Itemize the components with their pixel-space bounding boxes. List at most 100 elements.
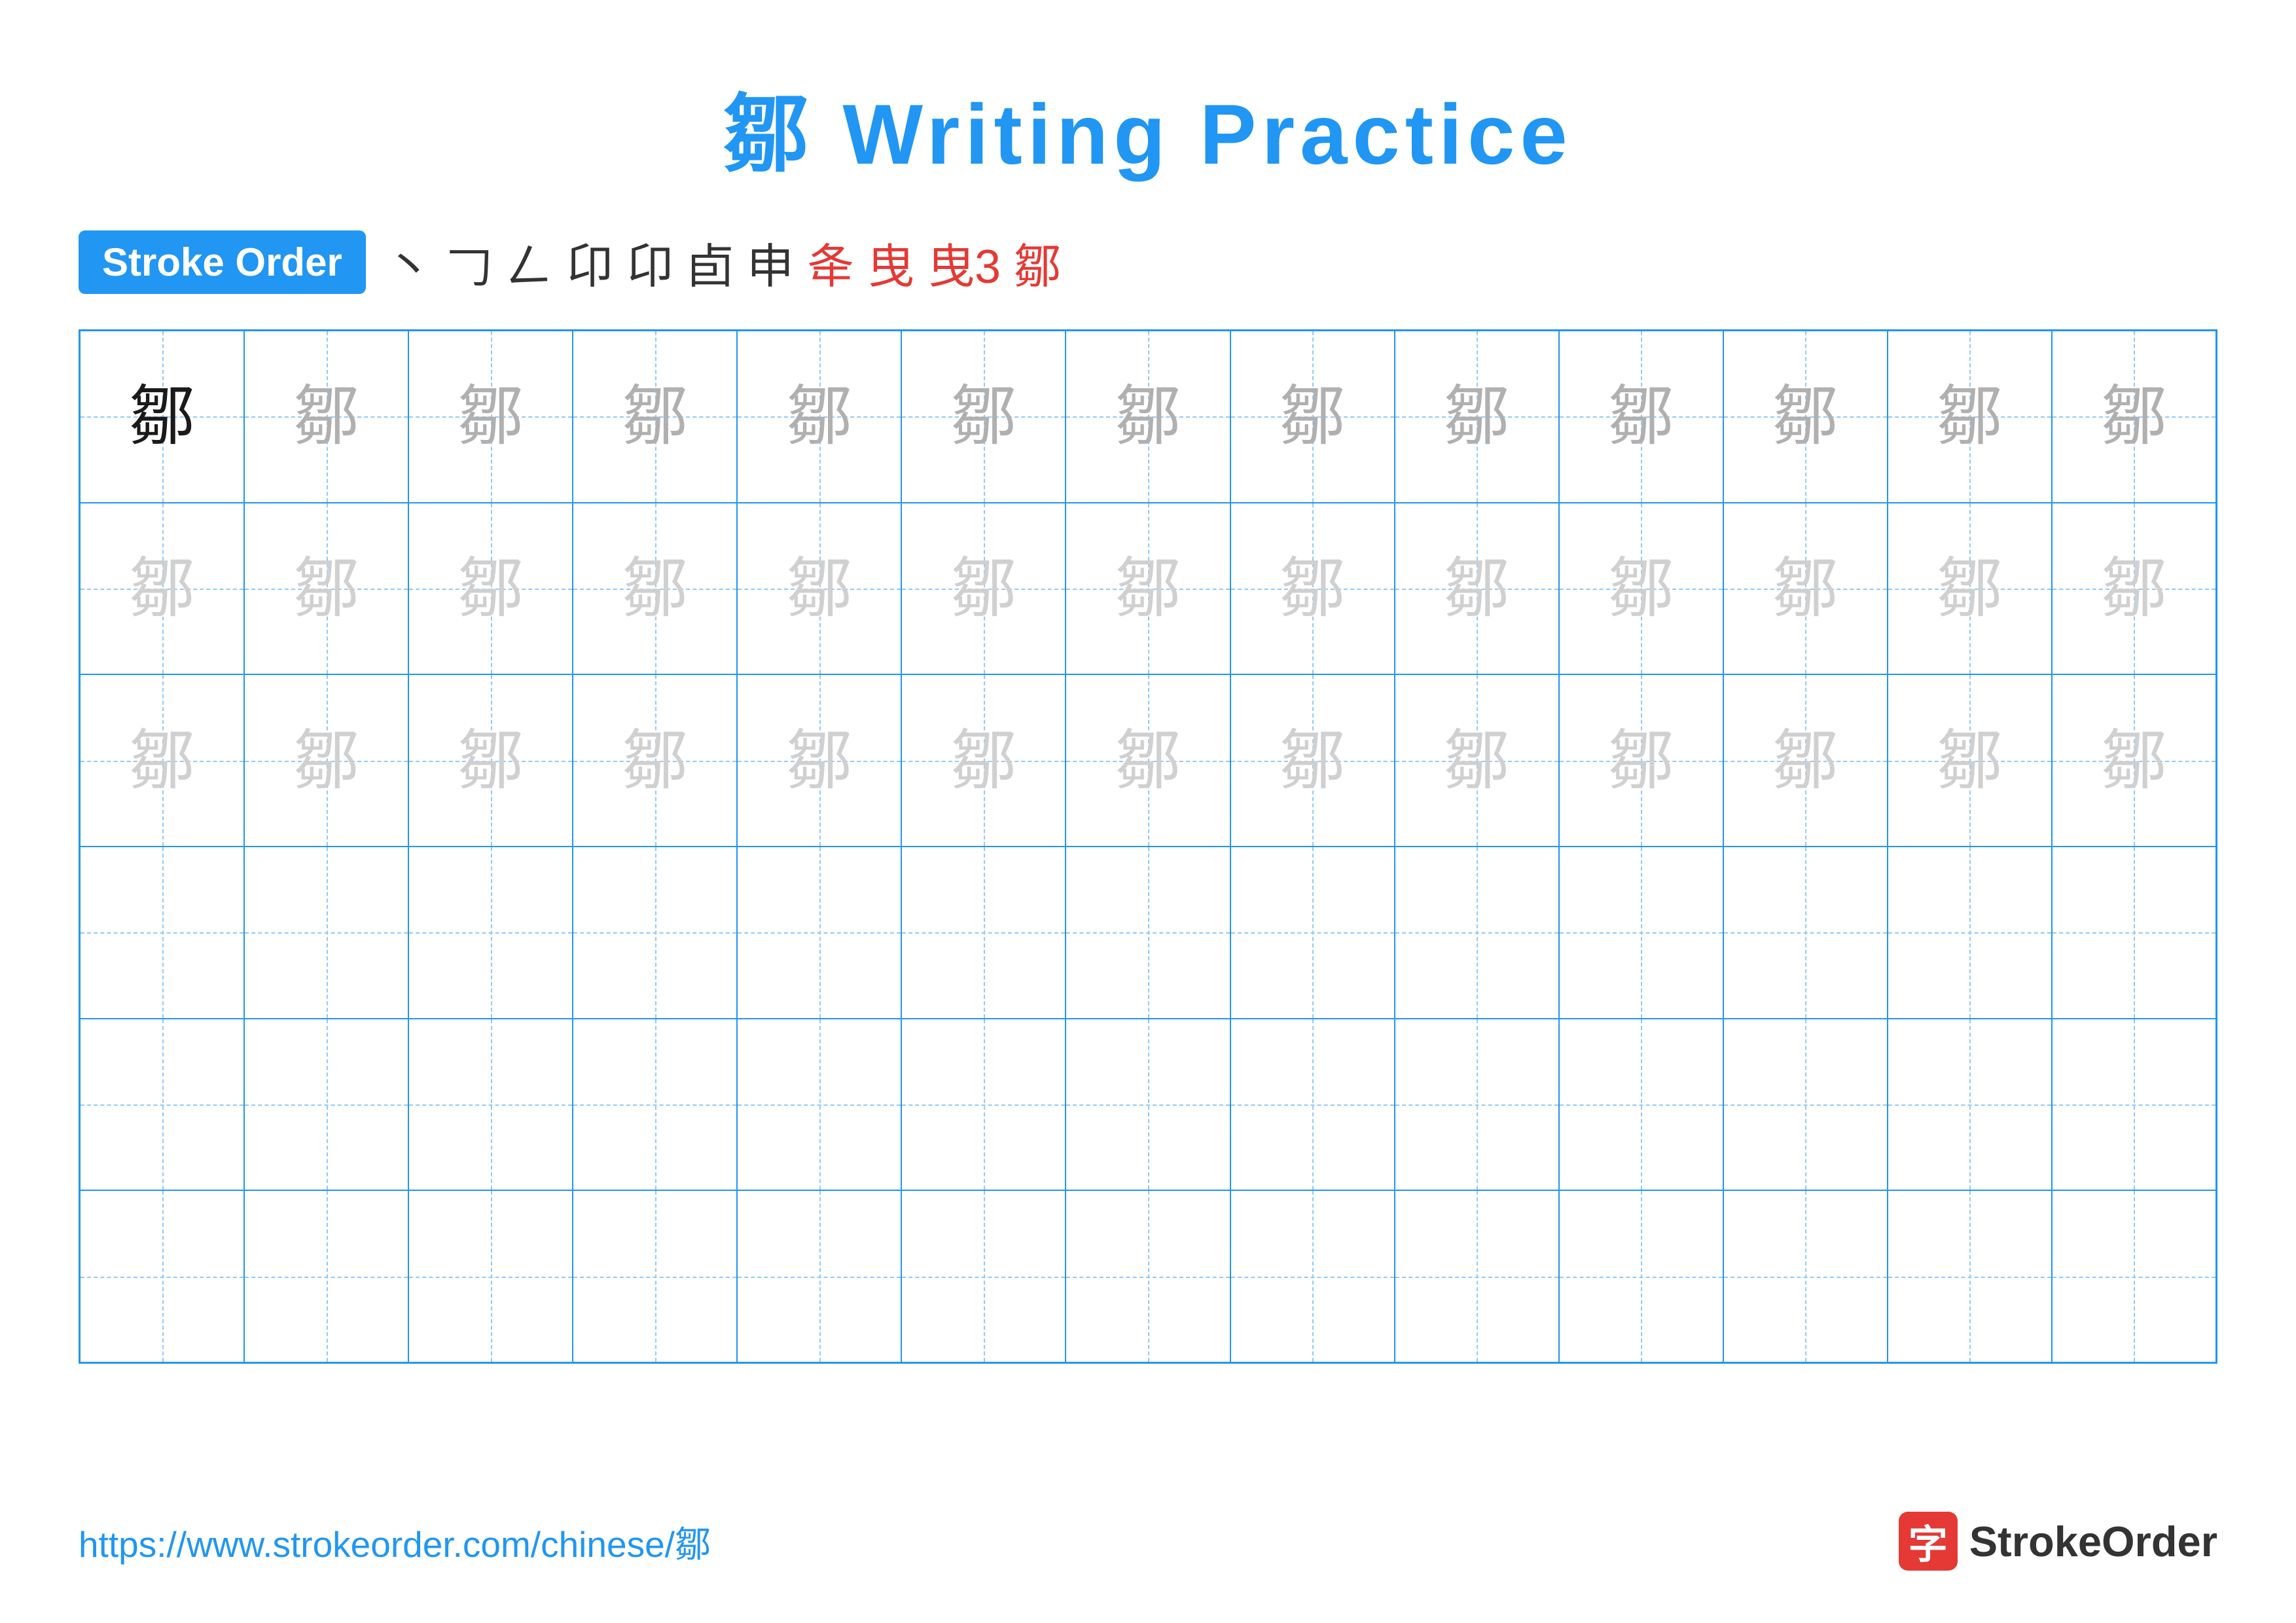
grid-cell-r5c5[interactable]: [737, 1019, 901, 1191]
grid-cell-r5c2[interactable]: [244, 1019, 408, 1191]
footer-url[interactable]: https://www.strokeorder.com/chinese/鄒: [79, 1515, 711, 1567]
grid-cell-r3c6[interactable]: 鄒: [901, 674, 1066, 847]
grid-cell-r3c10[interactable]: 鄒: [1559, 674, 1723, 847]
grid-cell-r4c4[interactable]: [573, 847, 737, 1019]
grid-cell-r4c2[interactable]: [244, 847, 408, 1019]
grid-cell-r6c11[interactable]: [1723, 1190, 1888, 1362]
char-light2: 鄒: [951, 556, 1016, 621]
grid-cell-r5c1[interactable]: [80, 1019, 244, 1191]
grid-cell-r4c12[interactable]: [1888, 847, 2052, 1019]
char-light2: 鄒: [1115, 556, 1181, 621]
grid-cell-r3c8[interactable]: 鄒: [1230, 674, 1395, 847]
char-light2: 鄒: [787, 728, 852, 793]
grid-cell-r6c4[interactable]: [573, 1190, 737, 1362]
grid-cell-r2c5[interactable]: 鄒: [737, 503, 901, 675]
char-light2: 鄒: [1937, 728, 2002, 793]
grid-cell-r3c7[interactable]: 鄒: [1066, 674, 1230, 847]
grid-cell-r6c5[interactable]: [737, 1190, 901, 1362]
grid-cell-r5c10[interactable]: [1559, 1019, 1723, 1191]
grid-cell-r2c8[interactable]: 鄒: [1230, 503, 1395, 675]
grid-cell-r4c1[interactable]: [80, 847, 244, 1019]
grid-cell-r4c10[interactable]: [1559, 847, 1723, 1019]
grid-cell-r3c2[interactable]: 鄒: [244, 674, 408, 847]
char-light2: 鄒: [294, 556, 359, 621]
grid-cell-r1c13[interactable]: 鄒: [2052, 331, 2216, 503]
grid-cell-r1c5[interactable]: 鄒: [737, 331, 901, 503]
grid-cell-r5c13[interactable]: [2052, 1019, 2216, 1191]
grid-cell-r1c7[interactable]: 鄒: [1066, 331, 1230, 503]
grid-cell-r2c6[interactable]: 鄒: [901, 503, 1066, 675]
grid-cell-r1c10[interactable]: 鄒: [1559, 331, 1723, 503]
grid-cell-r3c9[interactable]: 鄒: [1395, 674, 1559, 847]
grid-cell-r1c6[interactable]: 鄒: [901, 331, 1066, 503]
grid-cell-r3c4[interactable]: 鄒: [573, 674, 737, 847]
grid-cell-r4c8[interactable]: [1230, 847, 1395, 1019]
char-light2: 鄒: [458, 556, 524, 621]
grid-cell-r6c1[interactable]: [80, 1190, 244, 1362]
stroke-5: 卬: [626, 228, 673, 297]
grid-cell-r6c2[interactable]: [244, 1190, 408, 1362]
grid-cell-r5c9[interactable]: [1395, 1019, 1559, 1191]
grid-cell-r6c10[interactable]: [1559, 1190, 1723, 1362]
grid-cell-r1c2[interactable]: 鄒: [244, 331, 408, 503]
grid-cell-r6c13[interactable]: [2052, 1190, 2216, 1362]
grid-cell-r2c12[interactable]: 鄒: [1888, 503, 2052, 675]
char-light2: 鄒: [622, 728, 688, 793]
grid-cell-r4c9[interactable]: [1395, 847, 1559, 1019]
grid-cell-r2c2[interactable]: 鄒: [244, 503, 408, 675]
char-light1: 鄒: [1444, 384, 1509, 449]
char-light1: 鄒: [294, 384, 359, 449]
grid-cell-r2c13[interactable]: 鄒: [2052, 503, 2216, 675]
footer: https://www.strokeorder.com/chinese/鄒 字 …: [79, 1512, 2217, 1571]
char-light2: 鄒: [787, 556, 852, 621]
grid-cell-r4c13[interactable]: [2052, 847, 2216, 1019]
grid-cell-r6c3[interactable]: [408, 1190, 573, 1362]
stroke-6: 卣: [687, 228, 734, 297]
char-light2: 鄒: [2101, 728, 2166, 793]
grid-cell-r3c12[interactable]: 鄒: [1888, 674, 2052, 847]
grid-cell-r6c9[interactable]: [1395, 1190, 1559, 1362]
grid-cell-r5c4[interactable]: [573, 1019, 737, 1191]
grid-cell-r1c8[interactable]: 鄒: [1230, 331, 1395, 503]
char-light2: 鄒: [1772, 728, 1838, 793]
grid-cell-r3c5[interactable]: 鄒: [737, 674, 901, 847]
grid-cell-r6c8[interactable]: [1230, 1190, 1395, 1362]
grid-cell-r5c12[interactable]: [1888, 1019, 2052, 1191]
grid-cell-r1c4[interactable]: 鄒: [573, 331, 737, 503]
grid-cell-r2c7[interactable]: 鄒: [1066, 503, 1230, 675]
grid-cell-r6c12[interactable]: [1888, 1190, 2052, 1362]
grid-cell-r5c8[interactable]: [1230, 1019, 1395, 1191]
grid-cell-r1c12[interactable]: 鄒: [1888, 331, 2052, 503]
grid-cell-r5c11[interactable]: [1723, 1019, 1888, 1191]
grid-cell-r3c1[interactable]: 鄒: [80, 674, 244, 847]
grid-cell-r4c6[interactable]: [901, 847, 1066, 1019]
grid-cell-r6c7[interactable]: [1066, 1190, 1230, 1362]
grid-cell-r1c1[interactable]: 鄒: [80, 331, 244, 503]
grid-cell-r2c4[interactable]: 鄒: [573, 503, 737, 675]
grid-cell-r6c6[interactable]: [901, 1190, 1066, 1362]
grid-cell-r2c9[interactable]: 鄒: [1395, 503, 1559, 675]
grid-cell-r5c6[interactable]: [901, 1019, 1066, 1191]
grid-cell-r5c3[interactable]: [408, 1019, 573, 1191]
grid-cell-r4c3[interactable]: [408, 847, 573, 1019]
char-light1: 鄒: [1280, 384, 1345, 449]
grid-cell-r3c3[interactable]: 鄒: [408, 674, 573, 847]
grid-cell-r2c11[interactable]: 鄒: [1723, 503, 1888, 675]
strokeorder-logo-icon: 字: [1899, 1512, 1958, 1571]
stroke-11: 鄒: [1014, 228, 1061, 297]
grid-cell-r2c10[interactable]: 鄒: [1559, 503, 1723, 675]
grid-cell-r4c11[interactable]: [1723, 847, 1888, 1019]
grid-cell-r1c11[interactable]: 鄒: [1723, 331, 1888, 503]
char-light2: 鄒: [1772, 556, 1838, 621]
footer-logo: 字 StrokeOrder: [1899, 1512, 2217, 1571]
grid-cell-r3c11[interactable]: 鄒: [1723, 674, 1888, 847]
grid-cell-r2c3[interactable]: 鄒: [408, 503, 573, 675]
grid-cell-r3c13[interactable]: 鄒: [2052, 674, 2216, 847]
practice-grid: 鄒 鄒 鄒 鄒 鄒 鄒 鄒 鄒 鄒 鄒 鄒 鄒: [79, 329, 2217, 1364]
grid-cell-r4c5[interactable]: [737, 847, 901, 1019]
grid-cell-r1c3[interactable]: 鄒: [408, 331, 573, 503]
grid-cell-r2c1[interactable]: 鄒: [80, 503, 244, 675]
grid-cell-r1c9[interactable]: 鄒: [1395, 331, 1559, 503]
grid-cell-r5c7[interactable]: [1066, 1019, 1230, 1191]
grid-cell-r4c7[interactable]: [1066, 847, 1230, 1019]
